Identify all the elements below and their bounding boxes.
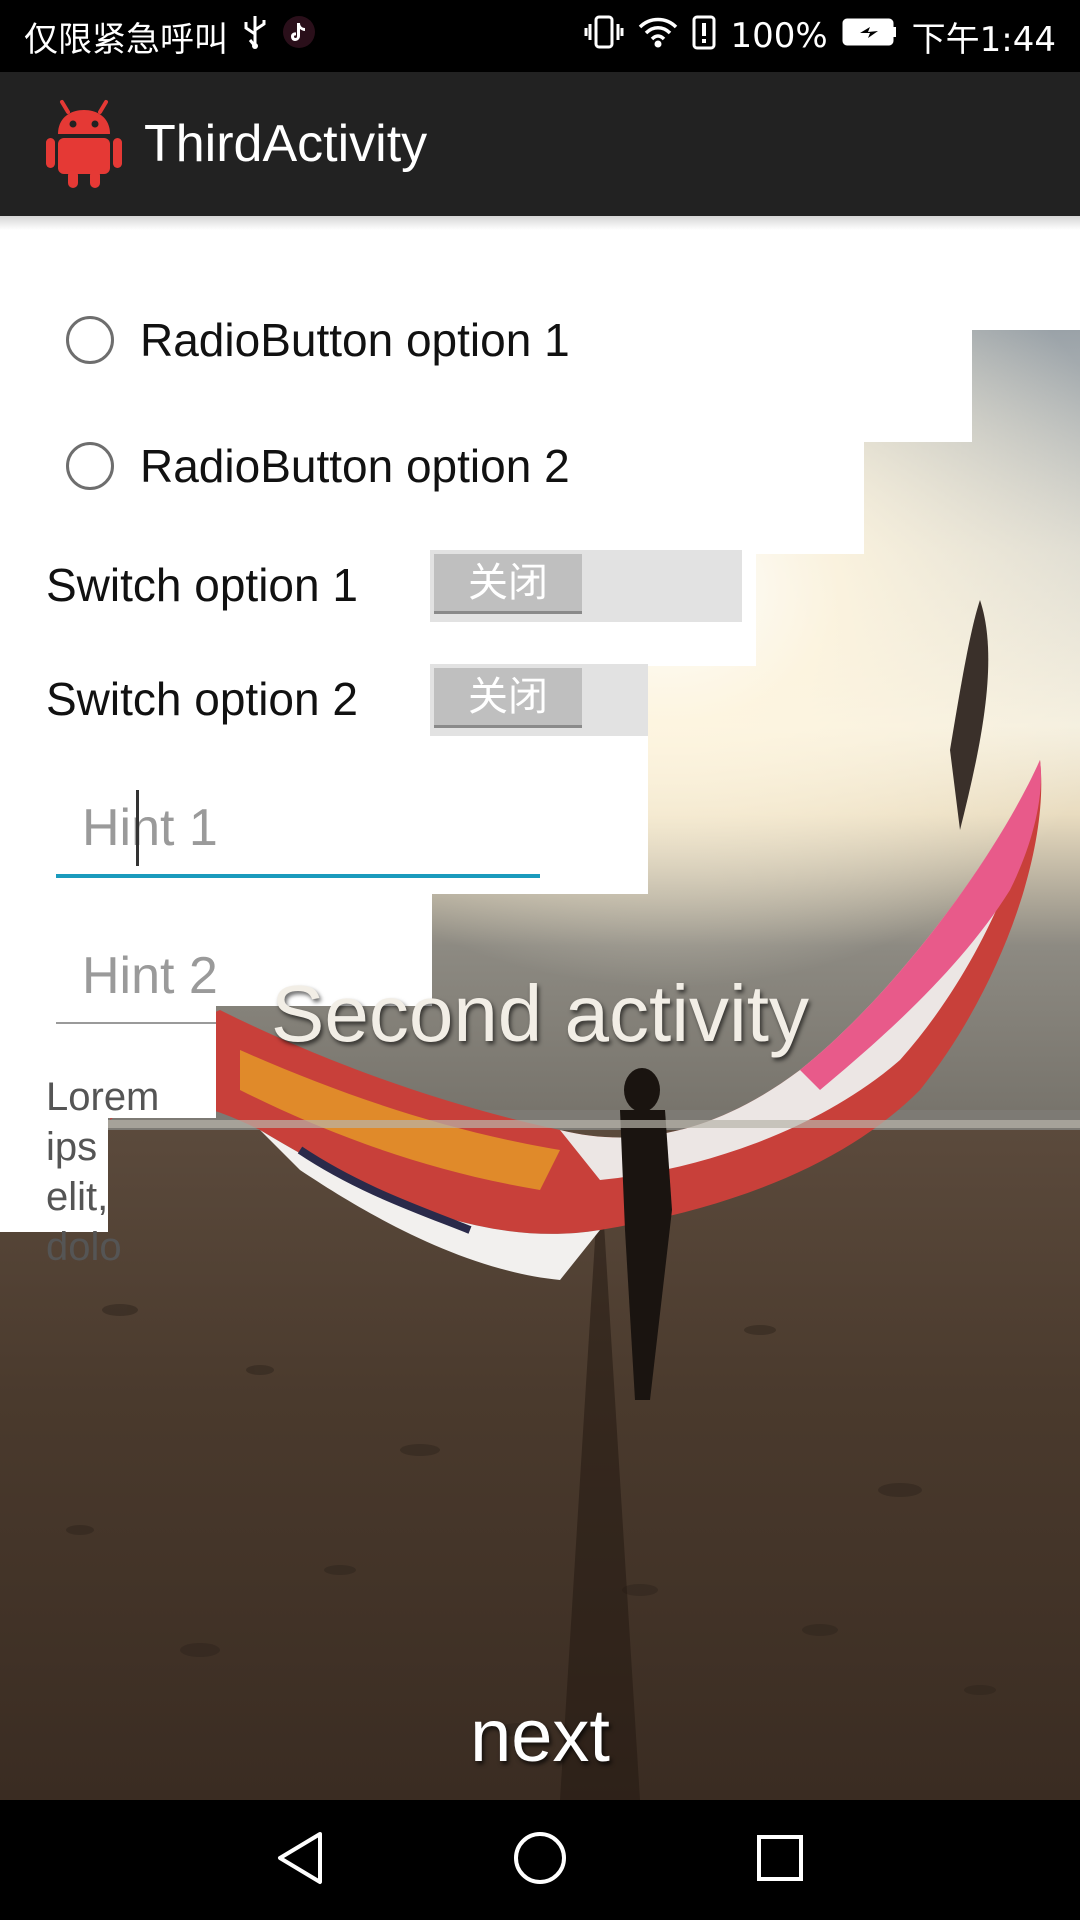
lorem-line: Lorem ips — [46, 1075, 160, 1169]
switch-2[interactable]: 关闭 — [430, 664, 648, 736]
battery-alert-icon — [692, 14, 716, 59]
android-logo-icon — [46, 98, 122, 190]
next-button[interactable]: next — [440, 1686, 640, 1786]
app-bar: ThirdActivity — [0, 72, 1080, 216]
wifi-icon — [638, 15, 678, 58]
recents-button[interactable] — [720, 1800, 840, 1920]
vibrate-icon — [584, 14, 624, 59]
home-button[interactable] — [480, 1800, 600, 1920]
lorem-line: dolo — [46, 1225, 122, 1269]
battery-percent: 100% — [730, 16, 828, 56]
lorem-line: elit, — [46, 1175, 109, 1219]
lorem-text: Lorem ips elit, dolo — [46, 1072, 216, 1272]
usb-icon — [242, 14, 268, 59]
hint-1-placeholder: Hint 1 — [82, 799, 218, 857]
second-activity-title: Second activity — [270, 969, 810, 1058]
radio-circle[interactable] — [66, 316, 114, 364]
app-bar-shadow — [0, 216, 1080, 230]
back-button[interactable] — [240, 1800, 360, 1920]
carrier-text: 仅限紧急呼叫 — [24, 19, 228, 60]
clock-time: 下午1:44 — [911, 19, 1056, 60]
radio-option-2[interactable]: RadioButton option 2 — [66, 426, 570, 506]
switch-label-1: Switch option 1 — [46, 559, 358, 611]
switch-thumb[interactable]: 关闭 — [434, 668, 582, 728]
switch-1[interactable]: 关闭 — [430, 550, 742, 622]
app-bar-title: ThirdActivity — [144, 115, 428, 173]
switch-thumb[interactable]: 关闭 — [434, 554, 582, 614]
hint-1-input[interactable]: Hint 1 — [56, 790, 540, 880]
tiktok-icon — [282, 15, 316, 58]
radio-label: RadioButton option 2 — [140, 440, 570, 492]
recents-square-icon — [755, 1833, 805, 1887]
home-circle-icon — [512, 1830, 568, 1890]
input-underline — [56, 874, 540, 878]
switch-label-2: Switch option 2 — [46, 673, 358, 725]
radio-option-1[interactable]: RadioButton option 1 — [66, 300, 570, 380]
text-caret — [136, 790, 139, 866]
back-triangle-icon — [274, 1830, 326, 1890]
battery-charging-icon — [842, 16, 898, 56]
navigation-bar — [0, 1800, 1080, 1920]
radio-label: RadioButton option 1 — [140, 314, 570, 366]
radio-circle[interactable] — [66, 442, 114, 490]
status-bar: 仅限紧急呼叫 100% 下午1:44 — [0, 0, 1080, 72]
